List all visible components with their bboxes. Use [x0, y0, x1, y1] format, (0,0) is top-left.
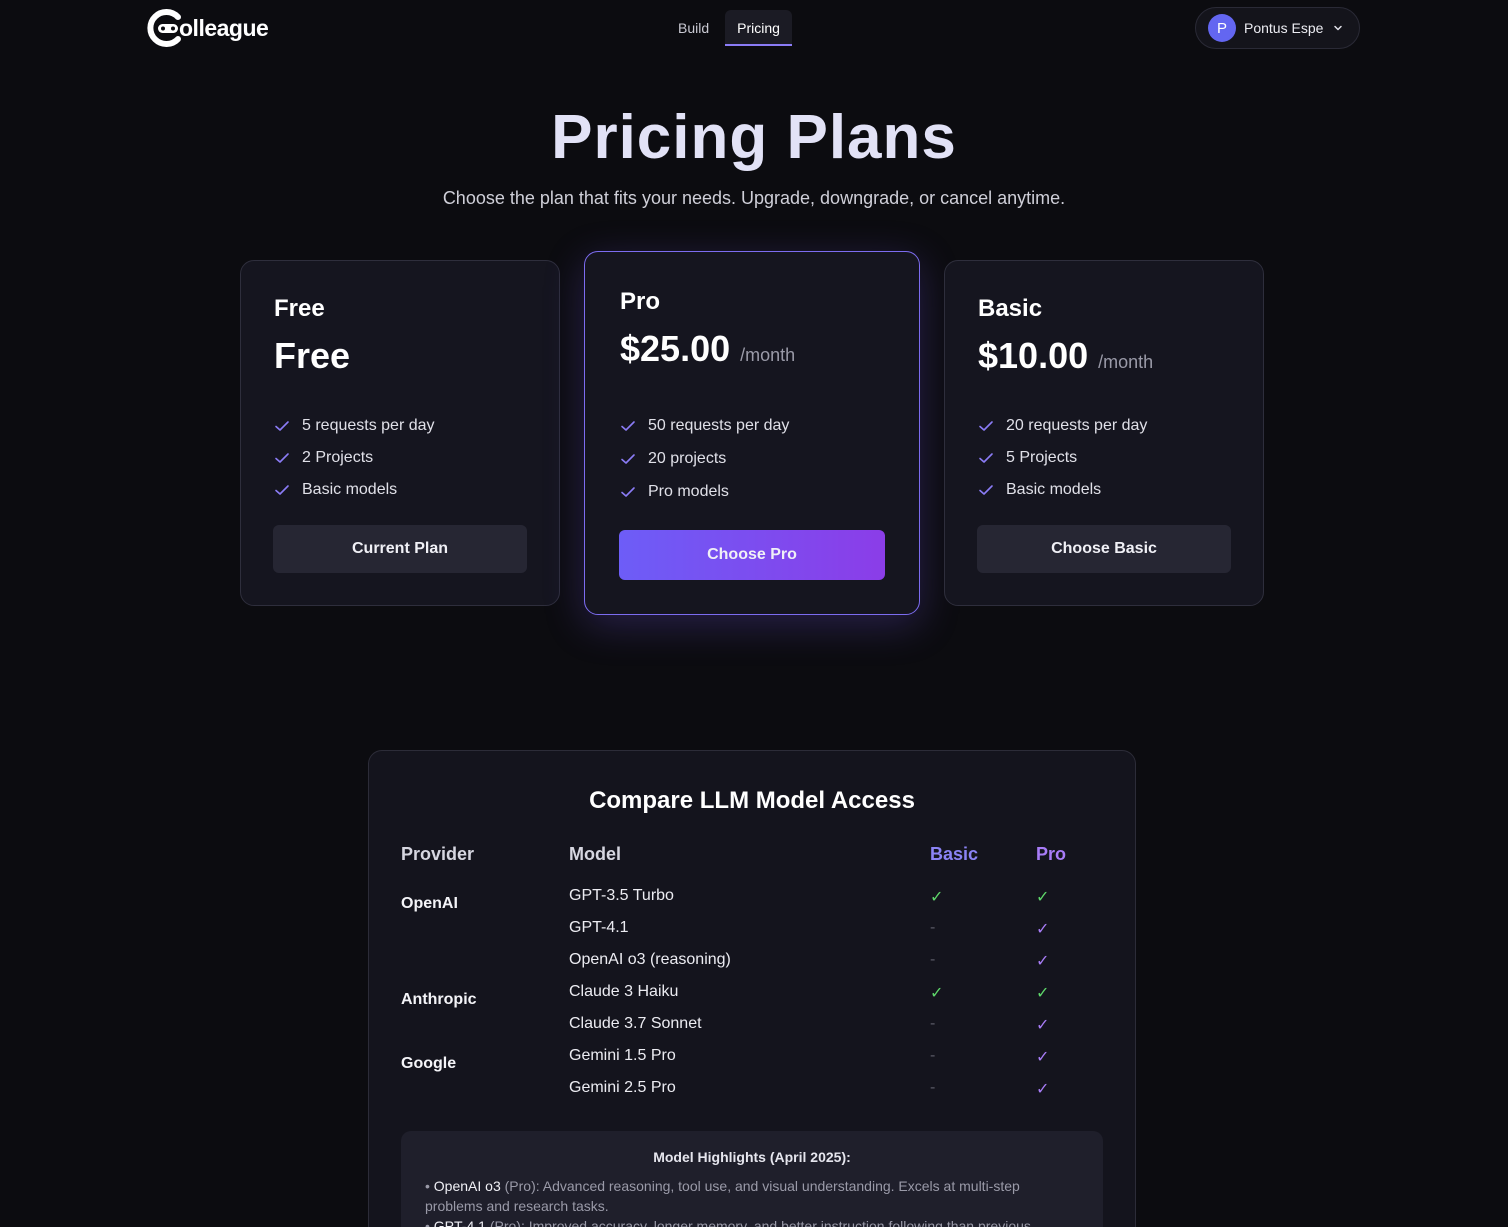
pro-check-icon: ✓	[1036, 1017, 1050, 1034]
column-header-provider: Provider	[401, 844, 475, 864]
feature-list: 5 requests per day 2 Projects Basic mode…	[274, 410, 435, 506]
price-period: /month	[1098, 352, 1154, 372]
model-name: Claude 3.7 Sonnet	[569, 1015, 702, 1032]
basic-unavailable-dash: -	[930, 919, 936, 936]
model-name: Gemini 1.5 Pro	[569, 1047, 676, 1064]
plan-name: Basic	[978, 295, 1043, 322]
feature-list: 50 requests per day 20 projects Pro mode…	[620, 409, 789, 508]
choose-basic-button[interactable]: Choose Basic	[977, 525, 1231, 573]
plan-price: $25.00 /month	[620, 328, 795, 370]
check-icon	[275, 421, 289, 431]
feature-label: Basic models	[1006, 481, 1102, 498]
model-name: GPT-3.5 Turbo	[569, 887, 674, 904]
colleague-logo[interactable]: olleague	[145, 7, 269, 49]
pro-check-icon: ✓	[1036, 953, 1050, 970]
check-icon	[275, 453, 289, 463]
feature-item: 20 projects	[620, 442, 789, 475]
feature-label: Pro models	[648, 482, 729, 500]
feature-label: Basic models	[302, 481, 398, 498]
plan-price: $10.00 /month	[978, 335, 1153, 377]
highlight-text: (Pro): Advanced reasoning, tool use, and…	[425, 1178, 1020, 1214]
provider-openai: OpenAI	[401, 895, 458, 912]
check-icon	[979, 485, 993, 495]
highlight-item: • GPT-4.1 (Pro): Improved accuracy, long…	[425, 1216, 1055, 1227]
basic-check-icon: ✓	[930, 985, 944, 1002]
feature-label: 2 Projects	[302, 449, 374, 466]
basic-check-icon: ✓	[930, 889, 944, 906]
model-name: OpenAI o3 (reasoning)	[569, 951, 731, 968]
model-highlights-box: Model Highlights (April 2025): • OpenAI …	[401, 1131, 1103, 1227]
highlight-item: • OpenAI o3 (Pro): Advanced reasoning, t…	[425, 1178, 1020, 1214]
basic-unavailable-dash: -	[930, 951, 936, 968]
feature-item: 5 Projects	[978, 442, 1147, 474]
model-name: GPT-4.1	[569, 919, 629, 936]
price-period: /month	[740, 345, 796, 365]
feature-label: 20 requests per day	[1006, 417, 1148, 434]
logo-mark-icon	[147, 9, 181, 47]
basic-unavailable-dash: -	[930, 1047, 936, 1064]
pro-check-icon: ✓	[1036, 1081, 1050, 1098]
plan-card-free: Free Free 5 requests per day 2 Projects …	[240, 260, 560, 606]
price-amount: $10.00	[978, 335, 1089, 376]
user-menu-button[interactable]: P Pontus Espe	[1195, 7, 1360, 49]
pro-check-icon: ✓	[1036, 921, 1050, 938]
feature-item: 5 requests per day	[274, 410, 435, 442]
logo-text: olleague	[179, 14, 269, 41]
top-nav-bar: olleague Build Pricing P Pontus Espe	[0, 0, 1508, 56]
chevron-down-icon	[1334, 25, 1343, 31]
column-header-model: Model	[569, 844, 621, 864]
feature-item: Pro models	[620, 475, 789, 508]
nav-pricing[interactable]: Pricing	[725, 10, 792, 46]
highlight-text: (Pro): Improved accuracy, longer memory,…	[485, 1218, 1031, 1227]
user-name: Pontus Espe	[1244, 20, 1324, 36]
highlight-model-name: OpenAI o3	[433, 1178, 501, 1194]
check-icon	[621, 453, 635, 464]
feature-item: Basic models	[978, 474, 1147, 506]
nav-build[interactable]: Build	[670, 10, 717, 46]
highlights-title: Model Highlights (April 2025):	[653, 1149, 851, 1165]
plan-price: Free	[274, 335, 350, 377]
price-amount: Free	[274, 335, 351, 376]
feature-label: 50 requests per day	[648, 416, 790, 434]
compare-models-section: Compare LLM Model Access Provider Model …	[368, 750, 1136, 1227]
highlight-model-name: GPT-4.1	[433, 1218, 486, 1227]
feature-item: 50 requests per day	[620, 409, 789, 442]
pro-check-icon: ✓	[1036, 985, 1050, 1002]
check-icon	[621, 420, 635, 431]
feature-list: 20 requests per day 5 Projects Basic mod…	[978, 410, 1147, 506]
check-icon	[275, 485, 289, 495]
model-name: Claude 3 Haiku	[569, 983, 679, 1000]
feature-label: 20 projects	[648, 449, 727, 467]
avatar: P	[1208, 14, 1236, 42]
provider-google: Google	[401, 1055, 457, 1072]
model-name: Gemini 2.5 Pro	[569, 1079, 676, 1096]
pro-check-icon: ✓	[1036, 889, 1050, 906]
feature-label: 5 requests per day	[302, 417, 435, 434]
check-icon	[621, 486, 635, 497]
check-icon	[979, 421, 993, 431]
provider-anthropic: Anthropic	[401, 991, 477, 1008]
page-title: Pricing Plans	[551, 103, 957, 172]
feature-item: 2 Projects	[274, 442, 435, 474]
compare-title: Compare LLM Model Access	[589, 787, 915, 814]
plan-name: Pro	[620, 288, 661, 315]
page-subtitle: Choose the plan that fits your needs. Up…	[442, 188, 1066, 208]
current-plan-button[interactable]: Current Plan	[273, 525, 527, 573]
basic-unavailable-dash: -	[930, 1015, 936, 1032]
check-icon	[979, 453, 993, 463]
price-amount: $25.00	[620, 328, 731, 369]
plan-name: Free	[274, 295, 325, 322]
feature-item: 20 requests per day	[978, 410, 1147, 442]
choose-pro-button[interactable]: Choose Pro	[619, 530, 885, 580]
basic-unavailable-dash: -	[930, 1079, 936, 1096]
feature-item: Basic models	[274, 474, 435, 506]
plan-card-pro: Pro $25.00 /month 50 requests per day 20…	[584, 251, 920, 615]
feature-label: 5 Projects	[1006, 449, 1078, 466]
plan-card-basic: Basic $10.00 /month 20 requests per day …	[944, 260, 1264, 606]
column-header-pro: Pro	[1036, 844, 1067, 864]
pro-check-icon: ✓	[1036, 1049, 1050, 1066]
main-nav: Build Pricing	[670, 10, 792, 46]
column-header-basic: Basic	[930, 844, 979, 864]
